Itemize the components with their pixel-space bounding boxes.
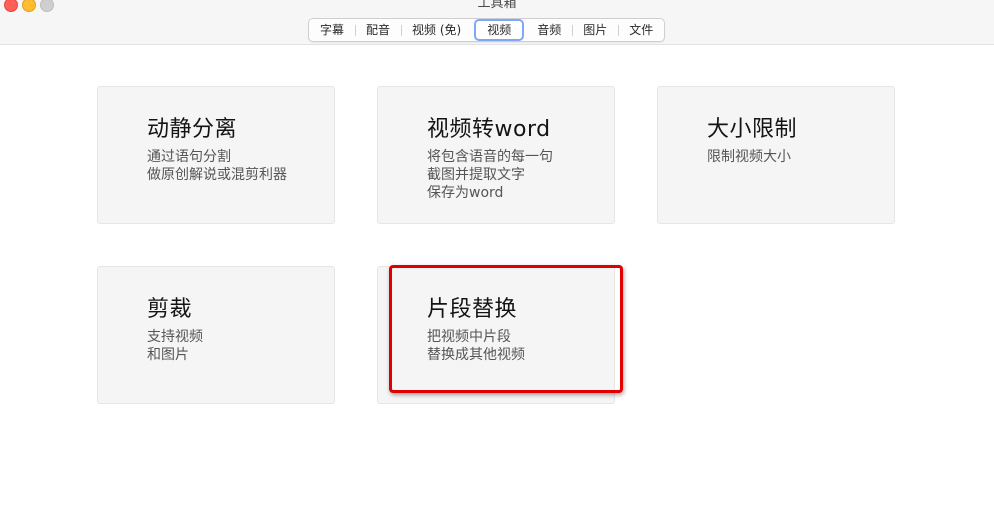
tab-video[interactable]: 视频 [474, 19, 525, 41]
card-description: 将包含语音的每一句 截图并提取文字 保存为word [427, 149, 553, 201]
card-title: 片段替换 [427, 297, 518, 322]
card-crop[interactable]: 剪裁 支持视频 和图片 [97, 266, 335, 404]
card-description: 限制视频大小 [707, 149, 791, 165]
window-titlebar: 工具箱 字幕 配音 视频 (免) 视频 音频 图片 文件 [0, 0, 994, 45]
card-description: 把视频中片段 替换成其他视频 [427, 329, 525, 363]
tab-dubbing[interactable]: 配音 [355, 19, 401, 41]
tab-video-free[interactable]: 视频 (免) [401, 19, 472, 41]
card-video-to-word[interactable]: 视频转word 将包含语音的每一句 截图并提取文字 保存为word [377, 86, 615, 224]
card-title: 剪裁 [147, 297, 193, 322]
card-title: 视频转word [427, 117, 551, 142]
window-title: 工具箱 [477, 0, 517, 11]
card-description: 通过语句分割 做原创解说或混剪利器 [147, 149, 287, 183]
tab-bar: 字幕 配音 视频 (免) 视频 音频 图片 文件 [308, 18, 666, 42]
card-title: 大小限制 [707, 117, 798, 142]
card-segment-replace[interactable]: 片段替换 把视频中片段 替换成其他视频 [377, 266, 615, 404]
tab-files[interactable]: 文件 [618, 19, 664, 41]
card-motion-separation[interactable]: 动静分离 通过语句分割 做原创解说或混剪利器 [97, 86, 335, 224]
card-title: 动静分离 [147, 117, 238, 142]
tab-audio[interactable]: 音频 [526, 19, 572, 41]
tab-images[interactable]: 图片 [572, 19, 618, 41]
tab-subtitles[interactable]: 字幕 [309, 19, 355, 41]
card-description: 支持视频 和图片 [147, 329, 203, 363]
card-size-limit[interactable]: 大小限制 限制视频大小 [657, 86, 895, 224]
